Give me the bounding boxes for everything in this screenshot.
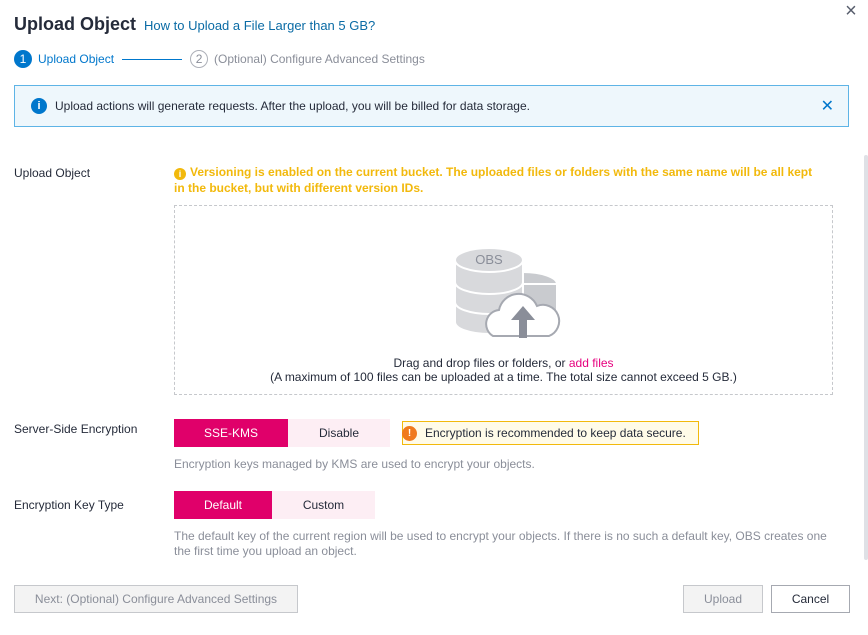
add-files-link[interactable]: add files bbox=[569, 356, 614, 370]
next-advanced-settings-button[interactable]: Next: (Optional) Configure Advanced Sett… bbox=[14, 585, 298, 613]
drop-text: Drag and drop files or folders, or bbox=[393, 356, 569, 370]
upload-limit-text: (A maximum of 100 files can be uploaded … bbox=[270, 370, 737, 384]
disable-option[interactable]: Disable bbox=[288, 419, 390, 447]
close-icon[interactable]: × bbox=[840, 0, 862, 22]
billing-notice: i Upload actions will generate requests.… bbox=[14, 85, 849, 127]
default-key-option[interactable]: Default bbox=[174, 491, 272, 519]
drop-instructions: Drag and drop files or folders, or add f… bbox=[175, 356, 832, 370]
dialog-header: Upload Object How to Upload a File Large… bbox=[14, 14, 375, 35]
step-connector bbox=[122, 58, 183, 60]
step-1-number: 1 bbox=[14, 50, 32, 68]
versioning-warning: i Versioning is enabled on the current bu… bbox=[174, 164, 814, 196]
step-2-number: 2 bbox=[190, 50, 209, 68]
key-type-hint: The default key of the current region wi… bbox=[174, 529, 827, 558]
key-type-toggle: Default Custom bbox=[174, 491, 375, 519]
stepper: 1 Upload Object 2 (Optional) Configure A… bbox=[14, 50, 425, 68]
cancel-button[interactable]: Cancel bbox=[771, 585, 850, 613]
step-1-label: Upload Object bbox=[38, 52, 115, 66]
server-side-encryption-label: Server-Side Encryption bbox=[14, 422, 138, 436]
custom-key-option[interactable]: Custom bbox=[272, 491, 375, 519]
alert-icon: ! bbox=[402, 426, 417, 441]
info-icon: i bbox=[31, 98, 47, 114]
warning-icon: i bbox=[174, 168, 186, 180]
dropzone[interactable]: OBS Drag and drop files or folders, or a… bbox=[174, 205, 833, 395]
encryption-recommendation: ! Encryption is recommended to keep data… bbox=[402, 421, 699, 445]
encryption-hint: Encryption keys managed by KMS are used … bbox=[174, 457, 535, 471]
recommendation-text: Encryption is recommended to keep data s… bbox=[425, 426, 686, 440]
notice-close-icon[interactable]: ✕ bbox=[821, 96, 834, 116]
encryption-toggle: SSE-KMS Disable bbox=[174, 419, 390, 447]
sse-kms-option[interactable]: SSE-KMS bbox=[174, 419, 288, 447]
versioning-warning-text: Versioning is enabled on the current buc… bbox=[174, 165, 813, 195]
step-2-label: (Optional) Configure Advanced Settings bbox=[214, 52, 425, 66]
help-link[interactable]: How to Upload a File Larger than 5 GB? bbox=[144, 18, 375, 33]
obs-illustration-label: OBS bbox=[475, 252, 503, 267]
upload-button[interactable]: Upload bbox=[683, 585, 763, 613]
scrollbar[interactable] bbox=[864, 155, 868, 560]
encryption-key-type-label: Encryption Key Type bbox=[14, 498, 124, 512]
obs-cloud-upload-icon: OBS bbox=[454, 247, 561, 338]
notice-text: Upload actions will generate requests. A… bbox=[55, 99, 530, 113]
dialog-title: Upload Object bbox=[14, 14, 137, 34]
upload-object-label: Upload Object bbox=[14, 166, 91, 180]
